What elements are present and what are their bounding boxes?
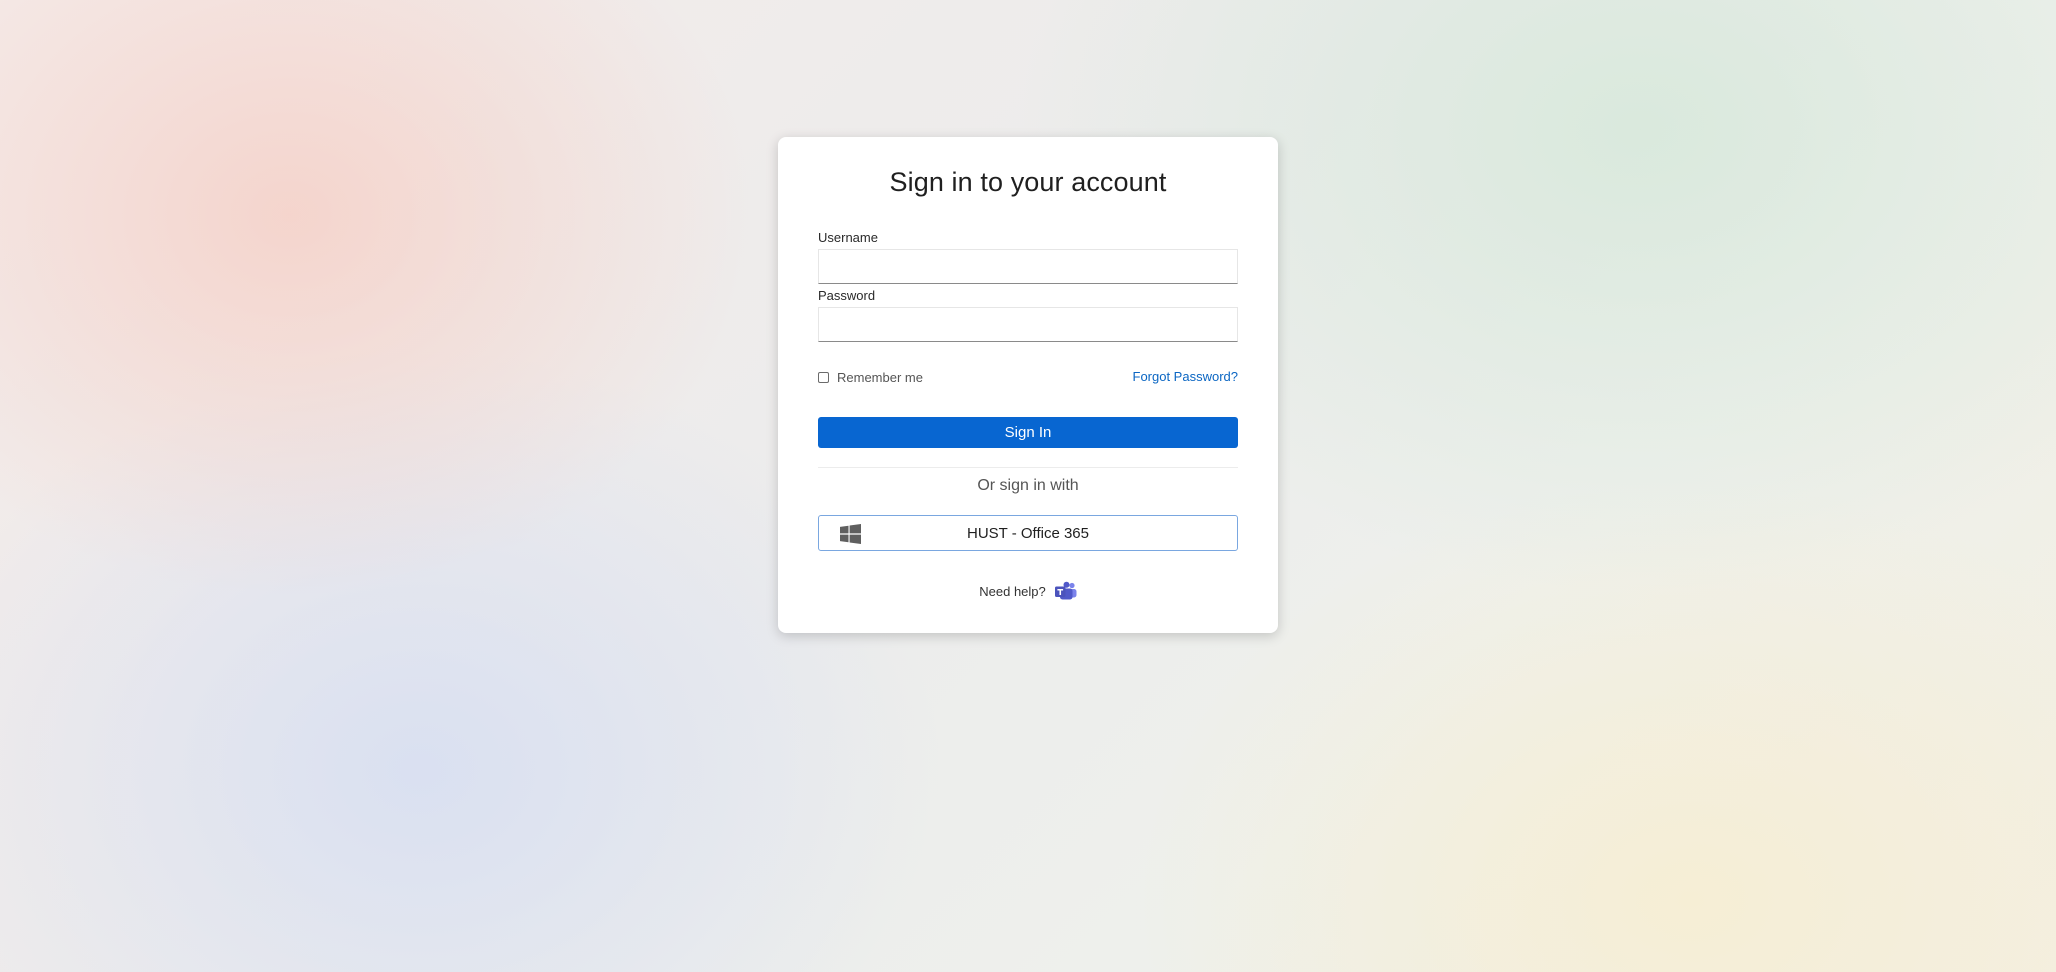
remember-me[interactable]: Remember me: [818, 370, 923, 385]
username-label: Username: [818, 230, 878, 245]
login-card: Sign in to your account Username Passwor…: [778, 137, 1278, 633]
username-input[interactable]: [818, 249, 1238, 284]
office365-label: HUST - Office 365: [967, 525, 1089, 542]
sign-in-button[interactable]: Sign In: [818, 417, 1238, 448]
or-sign-in-with: Or sign in with: [977, 477, 1079, 494]
login-page: { "login": { "title": "Sign in to your a…: [0, 0, 2056, 972]
teams-icon[interactable]: [1054, 581, 1077, 601]
password-input[interactable]: [818, 307, 1238, 342]
office365-signin-button[interactable]: HUST - Office 365: [818, 515, 1238, 551]
remember-me-checkbox[interactable]: [818, 372, 829, 383]
page-title: Sign in to your account: [889, 167, 1167, 197]
password-label: Password: [818, 288, 876, 303]
help-section: Need help?: [778, 581, 1278, 601]
forgot-password-link[interactable]: Forgot Password?: [1133, 369, 1239, 384]
divider: [818, 467, 1238, 468]
need-help-label: Need help?: [979, 583, 1046, 599]
remember-me-label: Remember me: [837, 370, 923, 385]
